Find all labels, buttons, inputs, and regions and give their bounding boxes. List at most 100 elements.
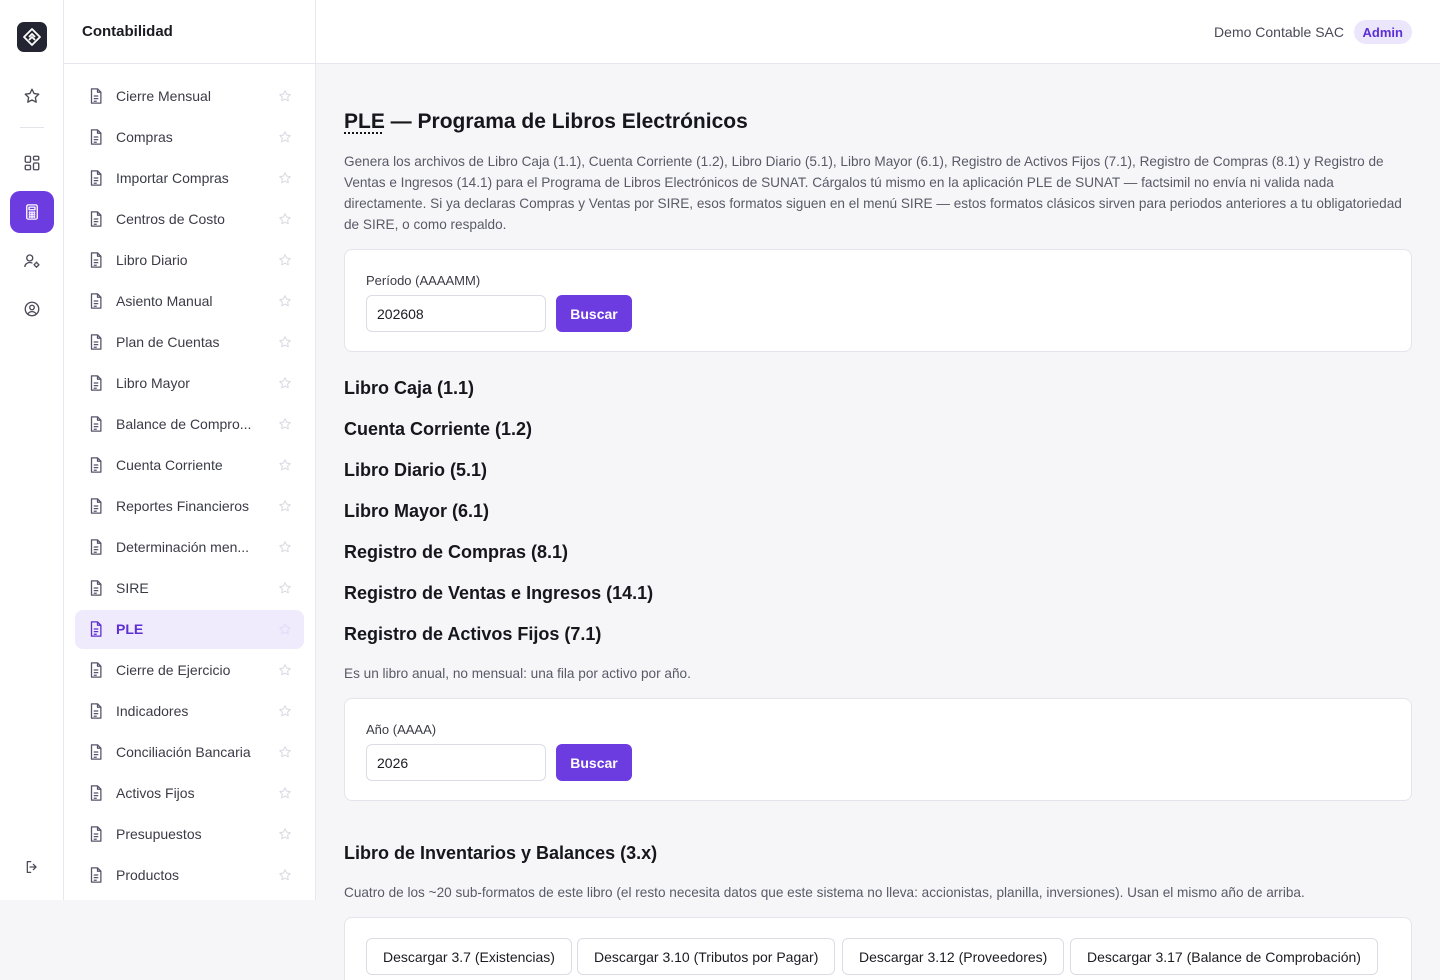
document-icon <box>87 128 105 146</box>
menu-item-label: Reportes Financieros <box>116 497 250 514</box>
menu-item[interactable]: Presupuestos <box>75 815 304 854</box>
menu-item[interactable]: Libro Diario <box>75 240 304 279</box>
document-icon <box>87 620 105 638</box>
document-icon <box>87 415 105 433</box>
star-icon[interactable] <box>10 75 54 117</box>
favorite-star-icon[interactable] <box>278 89 292 103</box>
user-circle-icon[interactable] <box>10 288 54 330</box>
menu-item[interactable]: Compras <box>75 117 304 156</box>
menu-item[interactable]: Balance de Compro... <box>75 404 304 443</box>
document-icon <box>87 866 105 884</box>
page-title: PLE — Programa de Libros Electrónicos <box>344 110 748 134</box>
document-icon <box>87 743 105 761</box>
menu-item[interactable]: Importar Compras <box>75 158 304 197</box>
menu-item[interactable]: SIRE <box>75 569 304 608</box>
favorite-star-icon[interactable] <box>278 499 292 513</box>
menu-item[interactable]: Centros de Costo <box>75 199 304 238</box>
inventory-note: Cuatro de los ~20 sub-formatos de este l… <box>344 885 1305 900</box>
favorite-star-icon[interactable] <box>278 540 292 554</box>
menu-list: Cierre Mensual Compras Importar Compras Cen… <box>64 64 315 895</box>
menu-item[interactable]: Cuenta Corriente <box>75 445 304 484</box>
favorite-star-icon[interactable] <box>278 294 292 308</box>
menu-item-label: Presupuestos <box>116 826 202 843</box>
favorite-star-icon[interactable] <box>278 622 292 636</box>
fixed-assets-note: Es un libro anual, no mensual: una fila … <box>344 666 691 681</box>
menu-item[interactable]: Indicadores <box>75 692 304 731</box>
logo-icon[interactable] <box>17 22 47 52</box>
menu-item-label: Cierre de Ejercicio <box>116 662 231 679</box>
download-3-12-button[interactable]: Descargar 3.12 (Proveedores) <box>842 938 1065 975</box>
favorite-star-icon[interactable] <box>278 253 292 267</box>
document-icon <box>87 292 105 310</box>
calculator-icon[interactable] <box>10 191 54 233</box>
period-card: Período (AAAAMM) Buscar <box>344 249 1412 352</box>
menu-item-label: Balance de Compro... <box>116 415 252 432</box>
menu-item[interactable]: Plan de Cuentas <box>75 322 304 361</box>
icon-rail <box>0 0 64 900</box>
book-heading: Libro Diario (5.1) <box>344 460 488 480</box>
favorite-star-icon[interactable] <box>278 212 292 226</box>
menu-item-label: Compras <box>116 128 173 145</box>
download-3-7-button[interactable]: Descargar 3.7 (Existencias) <box>366 938 572 975</box>
menu-item[interactable]: Reportes Financieros <box>75 486 304 525</box>
menu-item-label: Asiento Manual <box>116 292 213 309</box>
menu-title: Contabilidad <box>64 0 315 64</box>
favorite-star-icon[interactable] <box>278 704 292 718</box>
year-input[interactable] <box>366 744 546 781</box>
menu-item[interactable]: Cierre Mensual <box>75 76 304 115</box>
menu-item[interactable]: Conciliación Bancaria <box>75 733 304 772</box>
users-settings-icon[interactable] <box>10 240 54 282</box>
download-3-10-button[interactable]: Descargar 3.10 (Tributos por Pagar) <box>577 938 836 975</box>
document-icon <box>87 251 105 269</box>
download-3-17-button[interactable]: Descargar 3.17 (Balance de Comprobación) <box>1070 938 1378 975</box>
menu-item-label: Determinación men... <box>116 539 250 556</box>
inventory-downloads-card: Descargar 3.7 (Existencias) Descargar 3.… <box>344 917 1412 980</box>
favorite-star-icon[interactable] <box>278 130 292 144</box>
menu-item[interactable]: PLE <box>75 609 304 649</box>
menu-item[interactable]: Asiento Manual <box>75 281 304 320</box>
year-card: Año (AAAA) Buscar <box>344 698 1412 801</box>
section-menu: Contabilidad Cierre Mensual Compras Import… <box>64 0 316 900</box>
book-heading: Libro Mayor (6.1) <box>344 501 490 521</box>
menu-item-label: Cierre Mensual <box>116 87 211 104</box>
document-icon <box>87 702 105 720</box>
favorite-star-icon[interactable] <box>278 786 292 800</box>
favorite-star-icon[interactable] <box>278 868 292 882</box>
favorite-star-icon[interactable] <box>278 171 292 185</box>
menu-item[interactable]: Productos <box>75 856 304 895</box>
favorite-star-icon[interactable] <box>278 827 292 841</box>
favorite-star-icon[interactable] <box>278 663 292 677</box>
page-title-abbr: PLE <box>344 110 385 133</box>
menu-item-label: Conciliación Bancaria <box>116 744 251 761</box>
favorite-star-icon[interactable] <box>278 458 292 472</box>
logout-icon[interactable] <box>10 846 54 888</box>
document-icon <box>87 169 105 187</box>
rail-divider <box>20 127 44 128</box>
dashboard-icon[interactable] <box>10 142 54 184</box>
year-label: Año (AAAA) <box>366 722 437 737</box>
menu-item-label: Cuenta Corriente <box>116 456 223 473</box>
menu-item-label: Centros de Costo <box>116 210 225 227</box>
period-search-button[interactable]: Buscar <box>556 295 632 332</box>
menu-item-label: PLE <box>116 621 144 638</box>
favorite-star-icon[interactable] <box>278 335 292 349</box>
page-title-text: — Programa de Libros Electrónicos <box>384 110 748 133</box>
menu-item[interactable]: Libro Mayor <box>75 363 304 402</box>
menu-item[interactable]: Cierre de Ejercicio <box>75 651 304 690</box>
menu-item[interactable]: Determinación men... <box>75 528 304 567</box>
company-name[interactable]: Demo Contable SAC <box>1214 24 1344 40</box>
menu-item-label: Indicadores <box>116 703 189 720</box>
document-icon <box>87 579 105 597</box>
role-badge: Admin <box>1353 20 1412 44</box>
document-icon <box>87 661 105 679</box>
favorite-star-icon[interactable] <box>278 581 292 595</box>
period-input[interactable] <box>366 295 546 332</box>
menu-item-label: SIRE <box>116 580 149 597</box>
year-search-button[interactable]: Buscar <box>556 744 632 781</box>
favorite-star-icon[interactable] <box>278 376 292 390</box>
favorite-star-icon[interactable] <box>278 417 292 431</box>
menu-item[interactable]: Activos Fijos <box>75 774 304 813</box>
document-icon <box>87 210 105 228</box>
document-icon <box>87 333 105 351</box>
favorite-star-icon[interactable] <box>278 745 292 759</box>
